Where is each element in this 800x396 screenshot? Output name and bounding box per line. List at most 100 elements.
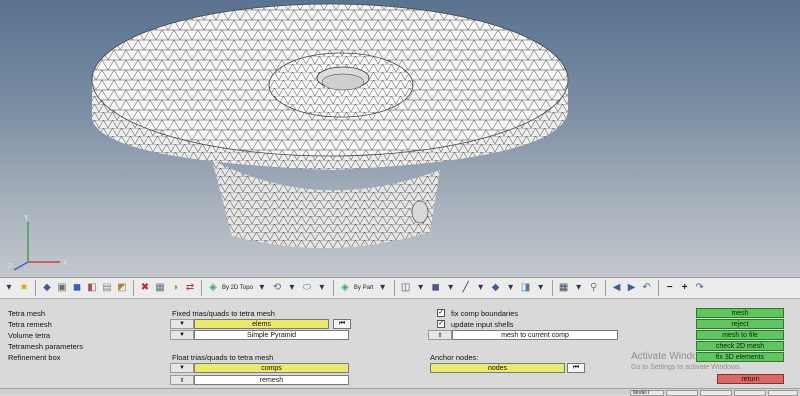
mesh-target-selector-toggle[interactable]: ⇕	[428, 330, 452, 340]
dropdown-arrow-icon: ▼	[179, 321, 185, 327]
delete-icon[interactable]: ✖	[138, 281, 152, 295]
surfaces-icon[interactable]: ◧	[85, 281, 99, 295]
remesh-selector-toggle[interactable]: ⇕	[170, 375, 194, 385]
fix-3d-elements-button[interactable]: fix 3D elements	[696, 352, 784, 362]
materials-icon[interactable]: ▣	[55, 281, 69, 295]
chevron-down-icon[interactable]: ▾	[285, 281, 299, 295]
comps-selector-toggle[interactable]: ▼	[170, 363, 194, 373]
view-mode-icon[interactable]: ⬭	[300, 281, 314, 295]
chevron-down-icon[interactable]: ▾	[572, 281, 586, 295]
graphics-viewport[interactable]: Y X Z	[0, 0, 800, 277]
mask-icon[interactable]: ◩	[115, 281, 129, 295]
topo-color-icon: ◈	[209, 282, 217, 293]
elems-selector-toggle[interactable]: ▼	[170, 319, 194, 329]
axis-y-label: Y	[24, 215, 29, 222]
zoom-out-icon[interactable]: −	[663, 281, 677, 295]
status-bar: Model I	[0, 388, 800, 396]
grid-icon[interactable]: ▦	[557, 281, 571, 295]
toolbar-separator	[393, 280, 395, 296]
mesh-button[interactable]: mesh	[696, 308, 784, 318]
arrow-right-icon[interactable]: ▶	[625, 281, 639, 295]
menu-item-tetramesh-parameters[interactable]: Tetramesh parameters	[8, 342, 83, 351]
remesh-option-field[interactable]: remesh	[194, 375, 349, 385]
menu-item-refinement-box[interactable]: Refinement box	[8, 353, 61, 362]
measure-icon[interactable]: ⚲	[587, 281, 601, 295]
toolbar-separator	[133, 280, 134, 296]
main-toolbar: ▾ ★ ◆ ▣ ◼ ◧ ▤ ◩ ✖ ▦ ◑ ⇄ ◈ By 2D Topo ▾ ⟲…	[0, 277, 800, 299]
shaded-icon[interactable]: ◼	[429, 281, 443, 295]
toolbar-separator	[551, 280, 553, 296]
star-icon[interactable]: ★	[17, 281, 31, 295]
clip-plane-icon[interactable]: ◨	[519, 281, 533, 295]
anchor-nodes-collector[interactable]: nodes	[430, 363, 565, 373]
anchor-nodes-heading: Anchor nodes:	[430, 353, 479, 362]
up-down-arrow-icon: ⇕	[179, 377, 185, 384]
axis-z-label: Z	[8, 263, 13, 270]
toolbar-separator	[657, 280, 659, 296]
pyramid-option-field[interactable]: Simple Pyramid	[194, 330, 349, 340]
topo-coloring-dropdown[interactable]: ◈ By 2D Topo ▾	[206, 280, 269, 296]
part-coloring-label: By Part	[353, 285, 374, 291]
elems-collector[interactable]: elems	[194, 319, 329, 329]
line-style-icon[interactable]: ╱	[459, 281, 473, 295]
reset-icon: ⏮	[338, 320, 346, 327]
wireframe-icon[interactable]: ◫	[399, 281, 413, 295]
arrow-left-icon[interactable]: ◀	[610, 281, 624, 295]
menu-item-volume-tetra[interactable]: Volume tetra	[8, 331, 50, 340]
chevron-down-icon[interactable]: ▾	[474, 281, 488, 295]
properties-icon[interactable]: ◼	[70, 281, 84, 295]
fixed-section-heading: Fixed trias/quads to tetra mesh	[172, 309, 275, 318]
organize-icon[interactable]: ⇄	[183, 281, 197, 295]
status-cell	[666, 390, 698, 396]
menu-item-tetra-remesh[interactable]: Tetra remesh	[8, 320, 52, 329]
undo-icon[interactable]: ↶	[640, 281, 654, 295]
update-input-shells-label: update input shells	[451, 320, 514, 329]
redo-icon[interactable]: ↷	[693, 281, 707, 295]
components-icon[interactable]: ◆	[40, 281, 54, 295]
chevron-down-icon[interactable]: ▾	[534, 281, 548, 295]
float-section-heading: Float trias/quads to tetra mesh	[172, 353, 274, 362]
return-button[interactable]: return	[717, 374, 784, 384]
toolbar-separator	[604, 280, 606, 296]
rotate-view-icon[interactable]: ⟲	[270, 281, 284, 295]
axis-triad: Y X Z	[8, 215, 68, 271]
anchor-nodes-reverse-button[interactable]: ⏮	[567, 363, 585, 373]
chevron-down-icon[interactable]: ▾	[504, 281, 518, 295]
dropdown-arrow-icon[interactable]: ▾	[2, 281, 16, 295]
pyramid-selector-toggle[interactable]: ▼	[170, 330, 194, 340]
select-icon[interactable]: ▦	[153, 281, 167, 295]
part-coloring-dropdown[interactable]: ◈ By Part ▾	[338, 280, 390, 296]
check-2d-mesh-button[interactable]: check 2D mesh	[696, 341, 784, 351]
up-down-arrow-icon: ⇕	[437, 332, 443, 339]
toolbar-separator	[201, 280, 202, 296]
element-shrink-icon[interactable]: ◆	[489, 281, 503, 295]
comps-collector[interactable]: comps	[194, 363, 349, 373]
tetra-mesh-model[interactable]	[0, 0, 800, 277]
elements-icon[interactable]: ▤	[100, 281, 114, 295]
fix-comp-boundaries-checkbox[interactable]: ✓	[437, 309, 445, 317]
topo-coloring-label: By 2D Topo	[222, 285, 253, 291]
chevron-down-icon[interactable]: ▾	[444, 281, 458, 295]
elems-reverse-button[interactable]: ⏮	[333, 319, 351, 329]
reset-icon: ⏮	[572, 364, 580, 371]
status-cell	[700, 390, 732, 396]
chevron-down-icon[interactable]: ▾	[315, 281, 329, 295]
fix-comp-boundaries-label: fix comp boundaries	[451, 309, 519, 318]
chevron-down-icon: ▾	[380, 282, 386, 293]
zoom-in-icon[interactable]: +	[678, 281, 692, 295]
mesh-to-file-button[interactable]: mesh to file	[696, 330, 784, 340]
dropdown-arrow-icon: ▼	[179, 332, 185, 338]
reject-button[interactable]: reject	[696, 319, 784, 329]
mesh-to-current-comp-field[interactable]: mesh to current comp	[452, 330, 618, 340]
toolbar-separator	[35, 280, 36, 296]
activate-windows-subtitle: Go to Settings to activate Windows.	[631, 364, 742, 371]
axis-x-label: X	[63, 260, 68, 267]
chevron-down-icon[interactable]: ▾	[414, 281, 428, 295]
update-input-shells-checkbox[interactable]: ✓	[437, 320, 445, 328]
status-cell	[734, 390, 766, 396]
menu-item-tetra-mesh[interactable]: Tetra mesh	[8, 309, 45, 318]
dropdown-arrow-icon: ▼	[179, 365, 185, 371]
tetramesh-panel	[0, 300, 800, 395]
display-icon[interactable]: ◑	[168, 281, 182, 295]
activate-windows-title: Activate Windows	[631, 351, 695, 362]
